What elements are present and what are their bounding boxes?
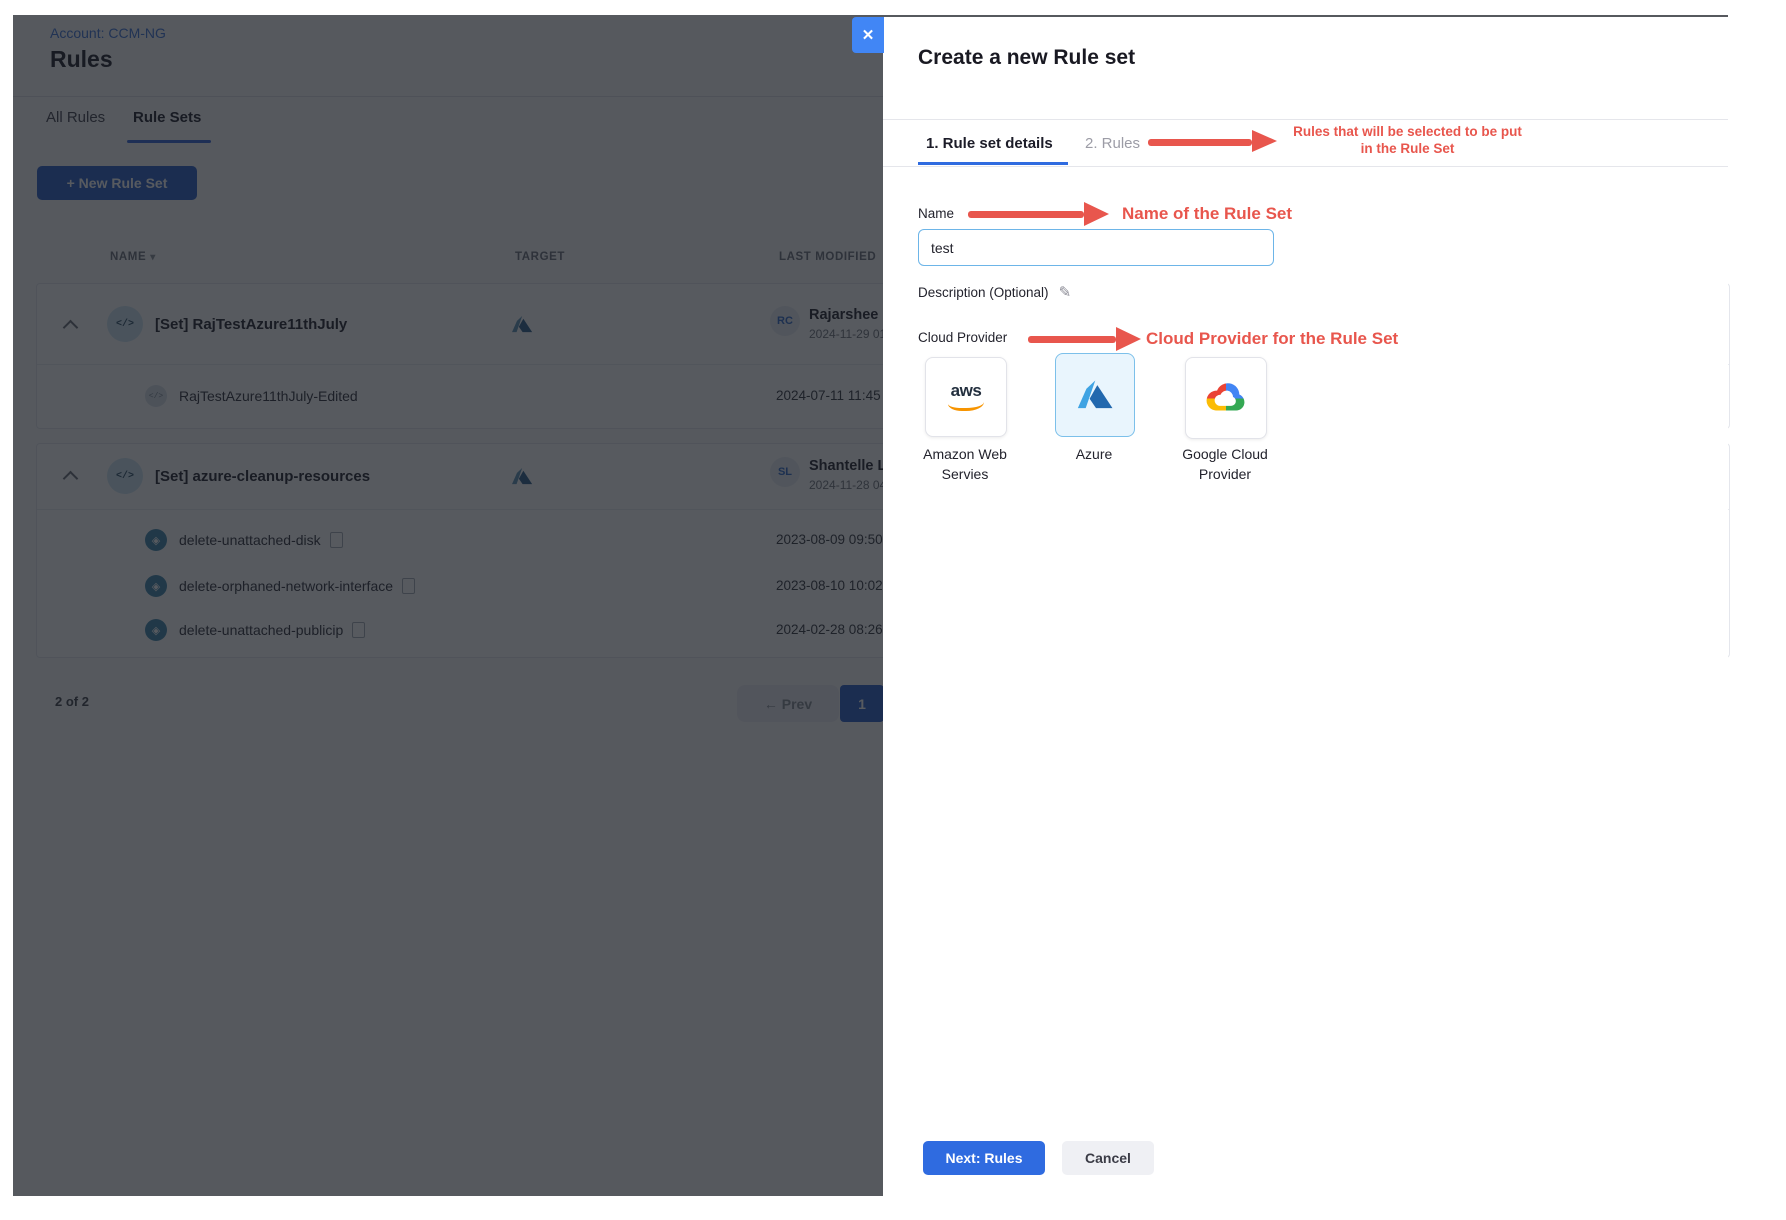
provider-label-gcp: Google Cloud Provider: [1165, 444, 1285, 484]
annotation-steps-note-line1: Rules that will be selected to be put: [1265, 123, 1550, 140]
annotation-steps-note-line2: in the Rule Set: [1265, 140, 1550, 157]
drawer-title: Create a new Rule set: [918, 46, 1135, 70]
cloud-provider-label: Cloud Provider: [918, 330, 1007, 345]
annotation-provider-note: Cloud Provider for the Rule Set: [1146, 329, 1398, 349]
screen: Account: CCM-NG Rules All Rules Rule Set…: [0, 0, 1786, 1220]
name-label: Name: [918, 206, 954, 221]
cancel-button[interactable]: Cancel: [1062, 1141, 1154, 1175]
description-row: Description (Optional) ✎: [918, 283, 1071, 301]
annotation-arrow-line: [968, 211, 1084, 218]
annotation-steps-note: Rules that will be selected to be put in…: [1265, 123, 1550, 157]
provider-label-line: Azure: [1035, 444, 1153, 464]
step-rule-set-details[interactable]: 1. Rule set details: [926, 135, 1053, 152]
close-icon[interactable]: ✕: [852, 17, 884, 53]
provider-card-gcp[interactable]: [1185, 357, 1267, 439]
steps-top-border: [883, 119, 1728, 120]
create-rule-set-drawer: [883, 17, 1728, 1220]
annotation-name-note: Name of the Rule Set: [1122, 204, 1292, 224]
provider-label-line: Provider: [1165, 464, 1285, 484]
next-rules-button[interactable]: Next: Rules: [923, 1141, 1045, 1175]
annotation-arrow-head: [1084, 202, 1109, 226]
steps-bottom-border: [883, 166, 1728, 167]
provider-card-azure[interactable]: [1055, 353, 1135, 437]
provider-label-line: Amazon Web: [905, 444, 1025, 464]
description-label: Description (Optional): [918, 285, 1049, 300]
aws-swoosh: [948, 398, 984, 411]
provider-label-aws: Amazon Web Servies: [905, 444, 1025, 484]
aws-icon: aws: [948, 383, 984, 411]
annotation-arrow-line: [1148, 139, 1252, 146]
edit-pencil-icon[interactable]: ✎: [1059, 283, 1072, 301]
annotation-arrow-line: [1028, 336, 1116, 343]
gcp-icon: [1203, 380, 1249, 417]
annotation-arrow-head: [1116, 327, 1141, 351]
active-step-underline: [918, 162, 1068, 165]
provider-card-aws[interactable]: aws: [925, 357, 1007, 437]
step-rules[interactable]: 2. Rules: [1085, 135, 1140, 152]
provider-label-line: Google Cloud: [1165, 444, 1285, 464]
name-input[interactable]: [918, 229, 1274, 266]
azure-icon: [1076, 379, 1114, 411]
provider-label-azure: Azure: [1035, 444, 1153, 464]
provider-label-line: Servies: [905, 464, 1025, 484]
aws-wordmark: aws: [951, 383, 982, 398]
